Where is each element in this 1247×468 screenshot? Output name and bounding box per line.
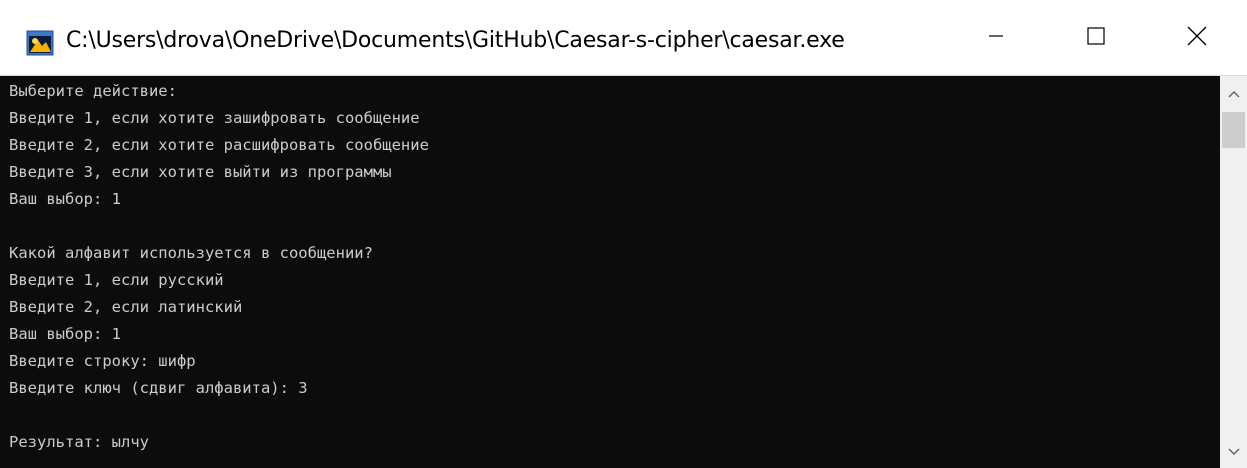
console-line: Ваш выбор: 1 xyxy=(9,190,121,208)
console-output[interactable]: Выберите действие: Введите 1, если хотит… xyxy=(0,76,1220,468)
minimize-button[interactable] xyxy=(946,0,1046,76)
window-title: C:\Users\drova\OneDrive\Documents\GitHub… xyxy=(66,28,845,53)
scroll-up-button[interactable] xyxy=(1220,76,1247,110)
console-line: Введите 1, если русский xyxy=(9,271,224,289)
title-bar[interactable]: C:\Users\drova\OneDrive\Documents\GitHub… xyxy=(0,0,1247,76)
console-window: C:\Users\drova\OneDrive\Documents\GitHub… xyxy=(0,0,1247,468)
console-lines: Выберите действие: Введите 1, если хотит… xyxy=(9,78,429,456)
vertical-scrollbar[interactable] xyxy=(1220,76,1247,468)
console-line: Введите 1, если хотите зашифровать сообщ… xyxy=(9,109,420,127)
console-line: Результат: ылчу xyxy=(9,433,149,451)
console-line: Введите ключ (сдвиг алфавита): 3 xyxy=(9,379,308,397)
scroll-down-button[interactable] xyxy=(1220,434,1247,468)
close-icon xyxy=(1187,26,1207,50)
maximize-icon xyxy=(1087,27,1105,49)
console-app-icon xyxy=(26,30,54,56)
console-line: Введите 3, если хотите выйти из программ… xyxy=(9,163,392,181)
chevron-up-icon xyxy=(1227,84,1241,103)
maximize-button[interactable] xyxy=(1046,0,1146,76)
minimize-icon xyxy=(988,28,1004,48)
console-line: Какой алфавит используется в сообщении? xyxy=(9,244,373,262)
close-button[interactable] xyxy=(1147,0,1247,76)
scroll-thumb[interactable] xyxy=(1222,112,1245,148)
chevron-down-icon xyxy=(1227,442,1241,461)
console-line: Введите строку: шифр xyxy=(9,352,196,370)
console-line: Введите 2, если латинский xyxy=(9,298,243,316)
console-line: Выберите действие: xyxy=(9,82,177,100)
console-line: Ваш выбор: 1 xyxy=(9,325,121,343)
console-line: Введите 2, если хотите расшифровать сооб… xyxy=(9,136,429,154)
